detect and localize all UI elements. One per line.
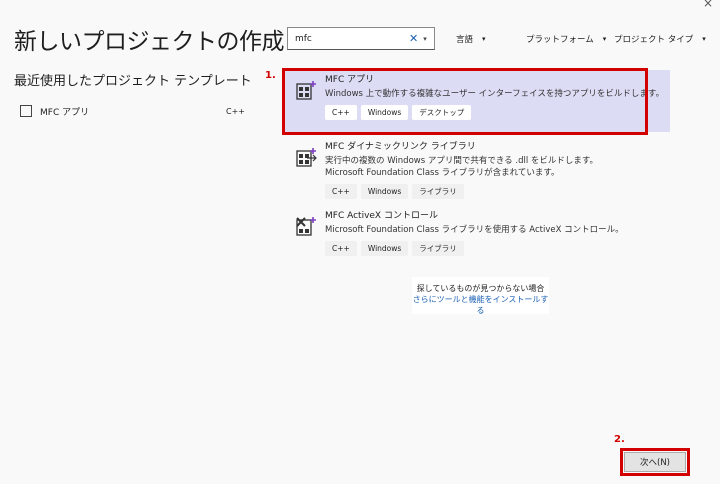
template-mfc-activex[interactable]: MFC ActiveX コントロール Microsoft Foundation … xyxy=(285,206,670,262)
recent-template-language: C++ xyxy=(226,106,245,116)
mfc-activex-icon xyxy=(296,217,316,236)
clear-search-icon[interactable]: ✕ xyxy=(409,32,418,45)
not-found-panel: 探しているものが見つからない場合 さらにツールと機能をインストールする xyxy=(412,277,549,316)
project-type-filter[interactable]: プロジェクト タイプ ▾ xyxy=(614,30,706,48)
step2-label: 2. xyxy=(614,434,625,445)
tag-windows: Windows xyxy=(360,241,409,256)
template-mfc-dll[interactable]: MFC ダイナミックリンク ライブラリ 実行中の複数の Windows アプリ間… xyxy=(285,137,670,201)
recent-templates-heading: 最近使用したプロジェクト テンプレート xyxy=(14,74,252,89)
search-input[interactable] xyxy=(295,33,403,44)
chevron-down-icon: ▾ xyxy=(482,35,486,43)
template-description: 実行中の複数の Windows アプリ間で共有できる .dll をビルドします。 xyxy=(325,156,599,166)
template-search-box[interactable]: ✕ ▾ xyxy=(287,27,435,50)
template-description: Microsoft Foundation Class ライブラリを使用する Ac… xyxy=(325,225,624,235)
step1-highlight-box xyxy=(282,68,648,135)
template-description-line2: Microsoft Foundation Class ライブラリが含まれています… xyxy=(325,168,560,178)
language-filter[interactable]: 言語 ▾ xyxy=(456,30,486,48)
recent-template-item[interactable]: MFC アプリ C++ xyxy=(14,100,249,122)
page-title: 新しいプロジェクトの作成 xyxy=(14,29,285,55)
tag-windows: Windows xyxy=(360,184,409,199)
mfc-dll-icon xyxy=(296,148,317,167)
next-button[interactable]: 次へ(N) xyxy=(624,452,686,472)
chevron-down-icon: ▾ xyxy=(602,35,607,43)
tag-cpp: C++ xyxy=(325,241,357,256)
language-filter-label: 言語 xyxy=(456,35,474,45)
close-icon[interactable]: × xyxy=(703,0,713,10)
chevron-down-icon: ▾ xyxy=(702,35,706,43)
template-name: MFC ActiveX コントロール xyxy=(325,211,438,221)
tag-library: ライブラリ xyxy=(412,184,464,199)
install-more-tools-link[interactable]: さらにツールと機能をインストールする xyxy=(412,294,549,316)
search-dropdown-icon[interactable]: ▾ xyxy=(423,35,427,43)
project-type-filter-label: プロジェクト タイプ xyxy=(614,35,694,45)
tag-cpp: C++ xyxy=(325,184,357,199)
platform-filter[interactable]: プラットフォーム ▾ xyxy=(526,30,606,48)
mfc-icon xyxy=(20,105,32,117)
step1-label: 1. xyxy=(265,70,276,81)
tag-library: ライブラリ xyxy=(412,241,464,256)
platform-filter-label: プラットフォーム xyxy=(526,35,594,45)
not-found-text: 探しているものが見つからない場合 xyxy=(416,284,545,293)
recent-template-name: MFC アプリ xyxy=(40,107,90,118)
template-name: MFC ダイナミックリンク ライブラリ xyxy=(325,142,476,152)
